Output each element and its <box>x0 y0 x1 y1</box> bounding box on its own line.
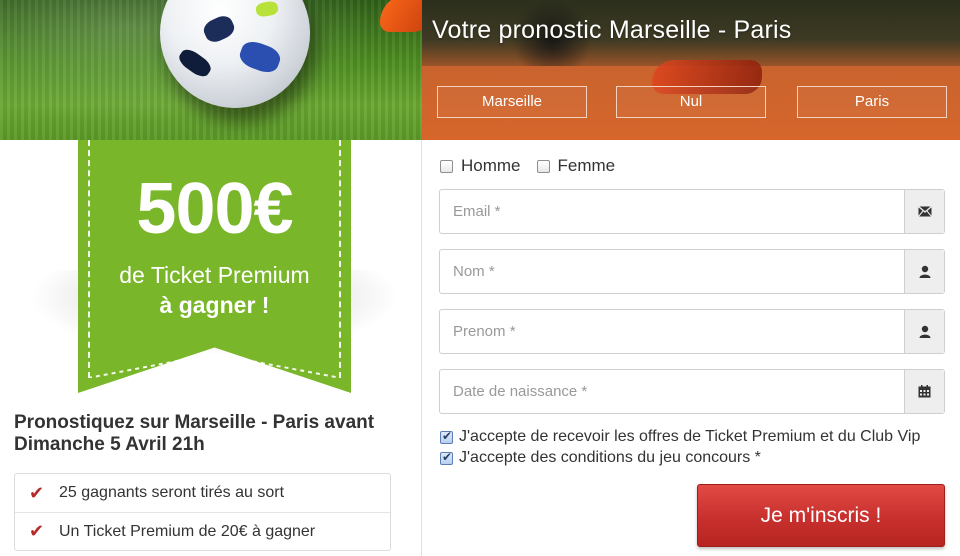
hero-image-ball <box>0 0 422 140</box>
femme-label: Femme <box>557 156 616 175</box>
boot-image <box>380 0 422 32</box>
list-item: ✔ Un Ticket Premium de 20€ à gagner <box>15 512 390 550</box>
choice-button-nul[interactable]: Nul <box>616 86 766 118</box>
prize-subtitle: de Ticket Premium <box>119 262 310 288</box>
prize-cta-text: à gagner ! <box>159 292 270 318</box>
gender-selector: Homme Femme <box>440 156 631 176</box>
check-icon: ✔ <box>29 482 45 503</box>
deadline-heading: Pronostiquez sur Marseille - Paris avant… <box>14 412 375 455</box>
homme-label: Homme <box>461 156 521 175</box>
offers-label: J'accepte de recevoir les offres de Tick… <box>459 428 921 445</box>
email-field <box>439 189 945 234</box>
benefit-text: 25 gagnants seront tirés au sort <box>59 484 285 501</box>
prediction-banner: Votre pronostic Marseille - Paris Marsei… <box>422 0 960 140</box>
homme-checkbox[interactable] <box>440 159 453 173</box>
terms-label: J'accepte des conditions du jeu concours… <box>459 449 761 466</box>
prenom-field <box>439 309 945 354</box>
prize-amount: 500€ <box>136 169 293 249</box>
nom-field <box>439 249 945 294</box>
promo-panel: 500€ de Ticket Premium à gagner ! Pronos… <box>0 140 422 556</box>
check-icon: ✔ <box>29 521 45 541</box>
nom-input[interactable] <box>440 250 904 293</box>
choice-button-paris[interactable]: Paris <box>797 86 947 118</box>
signup-button[interactable]: Je m'inscris ! <box>697 484 945 547</box>
consent-offers: J'accepte de recevoir les offres de Tick… <box>440 428 920 446</box>
signup-form: Homme Femme J'accepte de recevoir les of… <box>422 140 960 556</box>
birthdate-input[interactable] <box>440 370 904 413</box>
offers-checkbox[interactable] <box>440 429 453 444</box>
choice-button-marseille[interactable]: Marseille <box>437 86 587 118</box>
femme-checkbox[interactable] <box>536 159 550 173</box>
list-item: ✔ 25 gagnants seront tirés au sort <box>15 474 390 512</box>
calendar-icon[interactable] <box>904 370 944 413</box>
prenom-input[interactable] <box>440 310 904 353</box>
banner-title: Votre pronostic Marseille - Paris <box>432 16 792 44</box>
consent-terms: J'accepte des conditions du jeu concours… <box>440 449 761 467</box>
benefits-list: ✔ 25 gagnants seront tirés au sort ✔ Un … <box>14 473 391 551</box>
benefit-text: Un Ticket Premium de 20€ à gagner <box>59 522 316 540</box>
envelope-icon <box>904 190 944 233</box>
user-icon <box>904 250 944 293</box>
birthdate-field <box>439 369 945 414</box>
email-input[interactable] <box>440 190 904 233</box>
terms-checkbox[interactable] <box>440 450 453 465</box>
user-icon <box>904 310 944 353</box>
